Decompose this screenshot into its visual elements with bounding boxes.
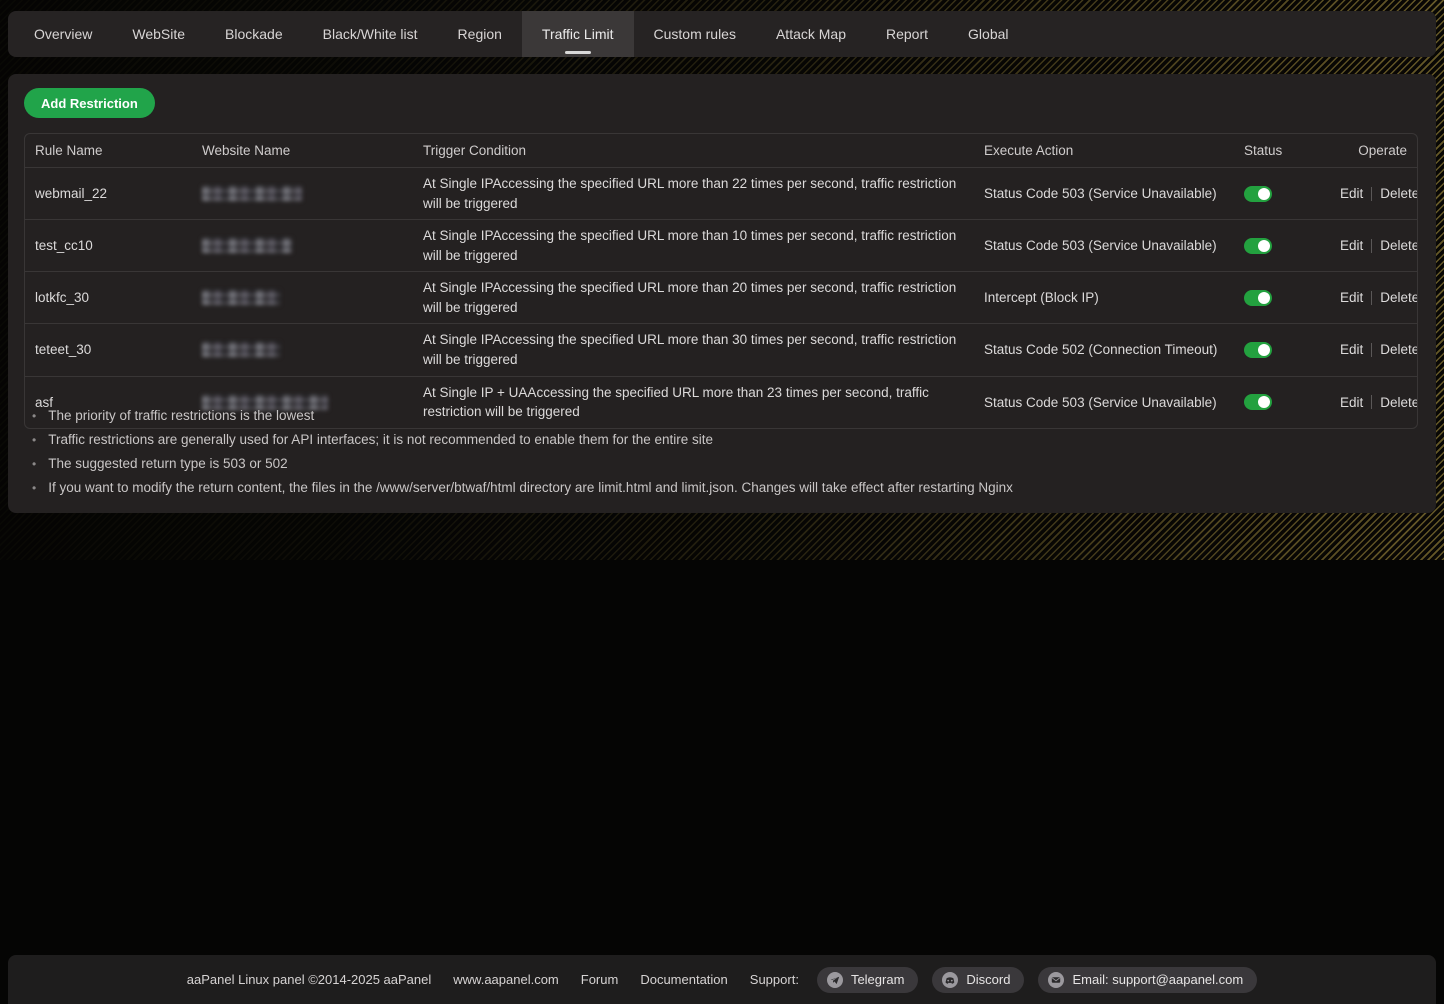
operate-divider xyxy=(1371,343,1372,357)
rule-name: teteet_30 xyxy=(35,342,202,357)
trigger-condition: At Single IPAccessing the specified URL … xyxy=(423,168,984,219)
telegram-label: Telegram xyxy=(851,972,904,987)
delete-link[interactable]: Delete xyxy=(1380,186,1418,201)
email-label: Email: support@aapanel.com xyxy=(1072,972,1243,987)
waf-tab-bar: Overview WebSite Blockade Black/White li… xyxy=(8,11,1436,57)
discord-button[interactable]: Discord xyxy=(932,967,1024,993)
table-header-row: Rule Name Website Name Trigger Condition… xyxy=(25,134,1417,167)
rule-name: lotkfc_30 xyxy=(35,290,202,305)
note-item: The priority of traffic restrictions is … xyxy=(32,408,1013,424)
edit-link[interactable]: Edit xyxy=(1340,238,1363,253)
traffic-limit-panel: Add Restriction Rule Name Website Name T… xyxy=(8,74,1436,513)
header-execute-action: Execute Action xyxy=(984,143,1244,158)
operate-divider xyxy=(1371,291,1372,305)
execute-action: Status Code 503 (Service Unavailable) xyxy=(984,395,1244,410)
table-row: lotkfc_30 At Single IPAccessing the spec… xyxy=(25,271,1417,323)
tab-custom-rules[interactable]: Custom rules xyxy=(634,11,756,57)
operate-divider xyxy=(1371,239,1372,253)
tab-blockade[interactable]: Blockade xyxy=(205,11,303,57)
header-operate: Operate xyxy=(1358,143,1407,158)
telegram-button[interactable]: Telegram xyxy=(817,967,918,993)
note-item: If you want to modify the return content… xyxy=(32,480,1013,496)
header-website-name: Website Name xyxy=(202,143,423,158)
table-row: teteet_30 At Single IPAccessing the spec… xyxy=(25,323,1417,375)
website-name-redacted xyxy=(202,290,280,305)
edit-link[interactable]: Edit xyxy=(1340,395,1363,410)
trigger-condition: At Single IPAccessing the specified URL … xyxy=(423,220,984,271)
forum-link[interactable]: Forum xyxy=(581,972,619,987)
tab-attack-map[interactable]: Attack Map xyxy=(756,11,866,57)
status-toggle[interactable] xyxy=(1244,238,1272,254)
tab-traffic-limit[interactable]: Traffic Limit xyxy=(522,11,634,57)
telegram-icon xyxy=(827,972,843,988)
website-name-redacted xyxy=(202,238,292,253)
tab-global[interactable]: Global xyxy=(948,11,1028,57)
footer: aaPanel Linux panel ©2014-2025 aaPanel w… xyxy=(8,955,1436,1004)
delete-link[interactable]: Delete xyxy=(1380,290,1418,305)
note-item: The suggested return type is 503 or 502 xyxy=(32,456,1013,472)
edit-link[interactable]: Edit xyxy=(1340,290,1363,305)
aapanel-site-link[interactable]: www.aapanel.com xyxy=(453,972,559,987)
tab-overview[interactable]: Overview xyxy=(14,11,112,57)
restrictions-table: Rule Name Website Name Trigger Condition… xyxy=(24,133,1418,429)
tab-report[interactable]: Report xyxy=(866,11,948,57)
email-button[interactable]: Email: support@aapanel.com xyxy=(1038,967,1257,993)
edit-link[interactable]: Edit xyxy=(1340,342,1363,357)
tab-website[interactable]: WebSite xyxy=(112,11,205,57)
status-toggle[interactable] xyxy=(1244,290,1272,306)
execute-action: Intercept (Block IP) xyxy=(984,290,1244,305)
trigger-condition: At Single IPAccessing the specified URL … xyxy=(423,272,984,323)
header-trigger-condition: Trigger Condition xyxy=(423,143,984,158)
documentation-link[interactable]: Documentation xyxy=(640,972,727,987)
notes-list: The priority of traffic restrictions is … xyxy=(32,408,1013,504)
status-toggle[interactable] xyxy=(1244,342,1272,358)
tab-region[interactable]: Region xyxy=(438,11,522,57)
discord-label: Discord xyxy=(966,972,1010,987)
note-item: Traffic restrictions are generally used … xyxy=(32,432,1013,448)
delete-link[interactable]: Delete xyxy=(1380,342,1418,357)
tab-black-white-list[interactable]: Black/White list xyxy=(303,11,438,57)
table-row: test_cc10 At Single IPAccessing the spec… xyxy=(25,219,1417,271)
table-row: webmail_22 At Single IPAccessing the spe… xyxy=(25,167,1417,219)
copyright-text: aaPanel Linux panel ©2014-2025 aaPanel xyxy=(187,972,432,987)
website-name-redacted xyxy=(202,342,280,357)
edit-link[interactable]: Edit xyxy=(1340,186,1363,201)
support-label: Support: xyxy=(750,972,799,987)
email-icon xyxy=(1048,972,1064,988)
execute-action: Status Code 503 (Service Unavailable) xyxy=(984,186,1244,201)
delete-link[interactable]: Delete xyxy=(1380,395,1418,410)
trigger-condition: At Single IPAccessing the specified URL … xyxy=(423,324,984,375)
operate-divider xyxy=(1371,187,1372,201)
status-toggle[interactable] xyxy=(1244,394,1272,410)
status-toggle[interactable] xyxy=(1244,186,1272,202)
header-rule-name: Rule Name xyxy=(35,143,202,158)
header-status: Status xyxy=(1244,143,1340,158)
add-restriction-button[interactable]: Add Restriction xyxy=(24,88,155,118)
website-name-redacted xyxy=(202,186,302,201)
execute-action: Status Code 502 (Connection Timeout) xyxy=(984,342,1244,357)
operate-divider xyxy=(1371,395,1372,409)
execute-action: Status Code 503 (Service Unavailable) xyxy=(984,238,1244,253)
rule-name: test_cc10 xyxy=(35,238,202,253)
rule-name: webmail_22 xyxy=(35,186,202,201)
discord-icon xyxy=(942,972,958,988)
delete-link[interactable]: Delete xyxy=(1380,238,1418,253)
